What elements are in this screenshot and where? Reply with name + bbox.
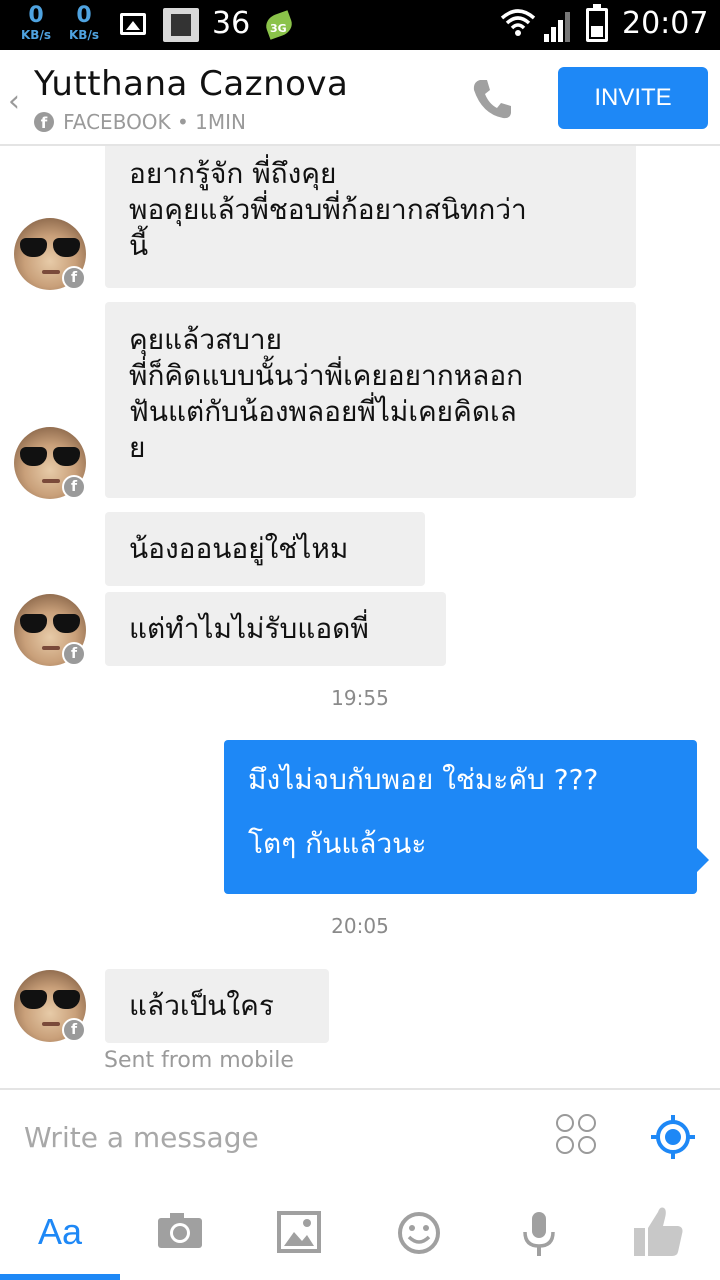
message-line: ย	[129, 431, 146, 464]
incoming-message-bubble[interactable]: น้องออนอยู่ใช่ไหม	[105, 512, 425, 586]
network-3g-icon: 3G	[262, 10, 296, 42]
message-line: มึงไม่จบกับพอย ใช่มะคับ ???	[248, 763, 599, 796]
signal-icon	[544, 12, 570, 42]
message-line: คุยแล้วสบาย	[129, 323, 283, 356]
stickers-icon[interactable]	[556, 1114, 600, 1158]
message-timestamp: 20:05	[331, 914, 389, 938]
battery-icon	[586, 4, 608, 42]
message-line: ฟันแต่กับน้องพลอยพี่ไม่เคยคิดเล	[129, 395, 517, 428]
contact-name[interactable]: Yutthana Caznova	[34, 64, 348, 104]
conversation-header: ‹ Yutthana Caznova f FACEBOOK • 1MIN INV…	[0, 50, 720, 145]
incoming-message-bubble[interactable]: แล้วเป็นใคร	[105, 969, 329, 1043]
location-icon[interactable]	[650, 1114, 696, 1160]
sent-from-label: Sent from mobile	[104, 1048, 294, 1073]
message-line: นี้	[129, 229, 149, 262]
facebook-badge-icon: f	[62, 266, 86, 290]
facebook-badge-icon: f	[62, 475, 86, 499]
message-timestamp: 19:55	[331, 686, 389, 710]
upload-speed: 0 KB/s	[64, 3, 104, 43]
message-line: แล้วเป็นใคร	[129, 989, 274, 1022]
status-bar: 0 KB/s 0 KB/s 36 3G 20:07	[0, 0, 720, 50]
network-type: 3G	[270, 22, 287, 35]
app-notification-icon	[163, 8, 199, 42]
message-input[interactable]	[24, 1118, 524, 1158]
message-line: อยากรู้จัก พี่ถึงคุย	[129, 157, 337, 190]
contact-source: FACEBOOK • 1MIN	[63, 110, 247, 134]
microphone-icon[interactable]	[480, 1188, 600, 1280]
message-line: พอคุยแล้วพี่ชอบพี่ก้อยากสนิทกว่า	[129, 193, 527, 226]
clock: 20:07	[622, 6, 709, 41]
upload-speed-value: 0	[76, 3, 92, 28]
incoming-message-bubble[interactable]: คุยแล้วสบาย พี่ก็คิดแบบนั้นว่าพี่เคยอยาก…	[105, 302, 636, 498]
facebook-badge-icon: f	[62, 642, 86, 666]
phone-call-icon[interactable]	[466, 74, 516, 124]
contact-subtitle: f FACEBOOK • 1MIN	[34, 110, 246, 134]
invite-button[interactable]: INVITE	[558, 67, 708, 129]
message-line: แต่ทำไมไม่รับแอดพี่	[129, 612, 369, 645]
gallery-icon[interactable]	[240, 1188, 360, 1280]
message-line: โตๆ กันแล้วนะ	[248, 827, 427, 860]
gallery-notification-icon	[120, 13, 146, 35]
camera-icon[interactable]	[120, 1188, 240, 1280]
facebook-badge-icon: f	[62, 1018, 86, 1042]
notification-count: 36	[212, 6, 251, 41]
incoming-message-bubble[interactable]: อยากรู้จัก พี่ถึงคุย พอคุยแล้วพี่ชอบพี่ก…	[105, 146, 636, 288]
facebook-icon: f	[34, 112, 54, 132]
download-speed-unit: KB/s	[21, 28, 51, 42]
download-speed-value: 0	[28, 3, 44, 28]
back-chevron-icon[interactable]: ‹	[8, 84, 20, 119]
like-icon[interactable]	[600, 1188, 720, 1280]
incoming-message-bubble[interactable]: แต่ทำไมไม่รับแอดพี่	[105, 592, 446, 666]
composer-divider	[0, 1088, 720, 1090]
outgoing-message-bubble[interactable]: มึงไม่จบกับพอย ใช่มะคับ ??? โตๆ กันแล้วน…	[224, 740, 697, 894]
emoji-icon[interactable]	[360, 1188, 480, 1280]
message-line: น้องออนอยู่ใช่ไหม	[129, 532, 349, 565]
wifi-icon	[500, 9, 536, 36]
outgoing-bubble-tail	[697, 848, 709, 872]
composer-toolbar: Aa	[0, 1188, 720, 1280]
message-line: พี่ก็คิดแบบนั้นว่าพี่เคยอยากหลอก	[129, 359, 524, 392]
active-tab-indicator	[0, 1274, 120, 1280]
upload-speed-unit: KB/s	[69, 28, 99, 42]
text-icon[interactable]: Aa	[0, 1188, 120, 1280]
download-speed: 0 KB/s	[16, 3, 56, 43]
